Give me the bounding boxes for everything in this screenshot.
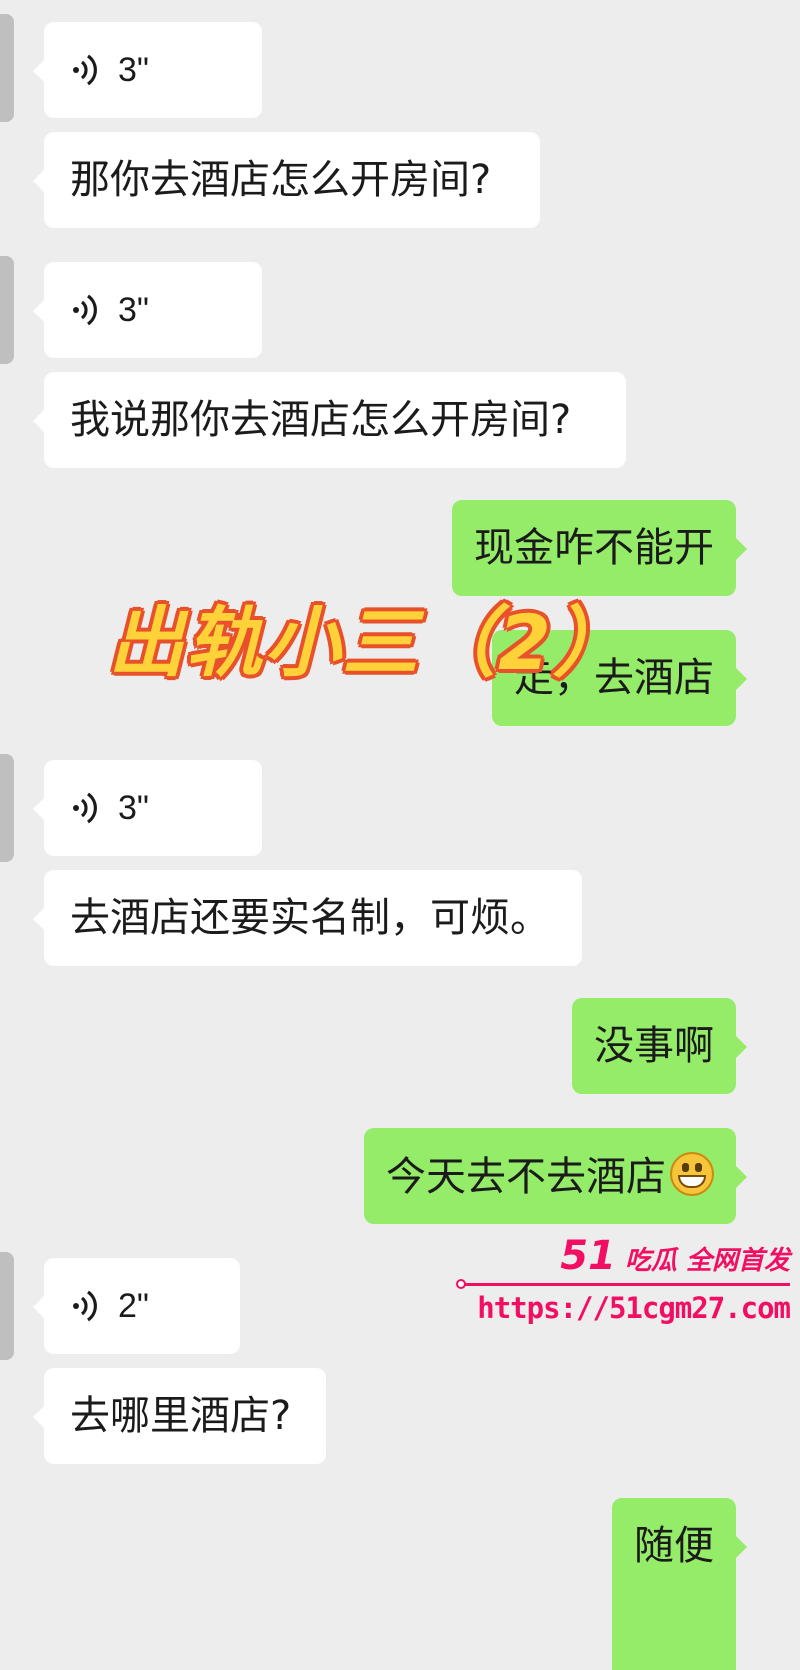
sent-text-bubble[interactable]: 没事啊	[572, 998, 747, 1094]
sent-text-bubble[interactable]: 现金咋不能开	[452, 500, 747, 596]
voice-duration: 2"	[118, 1287, 149, 1325]
watermark-divider	[456, 1279, 790, 1289]
received-text-bubble[interactable]: 去哪里酒店?	[33, 1368, 326, 1464]
message-text: 那你去酒店怎么开房间?	[70, 157, 492, 203]
contact-avatar[interactable]	[0, 256, 14, 364]
voice-duration: 3"	[118, 51, 149, 89]
voice-wave-icon	[73, 792, 97, 824]
message-text: 现金咋不能开	[474, 525, 714, 571]
received-text-bubble[interactable]: 我说那你去酒店怎么开房间?	[33, 372, 626, 468]
voice-wave-icon	[73, 54, 97, 86]
message-text: 随便	[634, 1523, 714, 1569]
message-text: 今天去不去酒店	[386, 1154, 666, 1200]
contact-avatar[interactable]	[0, 14, 14, 122]
voice-message-bubble[interactable]: 2"	[33, 1258, 240, 1354]
voice-wave-icon	[73, 1290, 97, 1322]
contact-avatar[interactable]	[0, 754, 14, 862]
voice-duration: 3"	[118, 789, 149, 827]
sent-text-bubble[interactable]: 今天去不去酒店	[364, 1128, 747, 1224]
voice-message-bubble[interactable]: 3"	[33, 262, 262, 358]
watermark-brand-number: 51	[560, 1233, 616, 1279]
watermark-url: https://51cgm27.com	[477, 1291, 791, 1325]
message-text: 我说那你去酒店怎么开房间?	[70, 397, 572, 443]
contact-avatar[interactable]	[0, 1252, 14, 1360]
watermark-brand-text: 吃瓜 全网首发	[624, 1246, 790, 1276]
voice-message-bubble[interactable]: 3"	[33, 22, 262, 118]
voice-message-bubble[interactable]: 3"	[33, 760, 262, 856]
message-text: 没事啊	[594, 1023, 714, 1069]
sent-text-bubble[interactable]: 随便	[612, 1498, 747, 1670]
voice-duration: 3"	[118, 291, 149, 329]
grinning-face-icon	[670, 1152, 714, 1196]
watermark-brand: 51 吃瓜 全网首发	[460, 1236, 790, 1281]
message-text: 去酒店还要实名制，可烦。	[70, 895, 550, 941]
received-text-bubble[interactable]: 去酒店还要实名制，可烦。	[33, 870, 582, 966]
message-text: 去哪里酒店?	[70, 1393, 292, 1439]
received-text-bubble[interactable]: 那你去酒店怎么开房间?	[33, 132, 540, 228]
overlay-title: 出轨小三（2）	[108, 598, 631, 687]
watermark: 51 吃瓜 全网首发 https://51cgm27.com	[456, 1236, 791, 1326]
voice-wave-icon	[73, 294, 97, 326]
